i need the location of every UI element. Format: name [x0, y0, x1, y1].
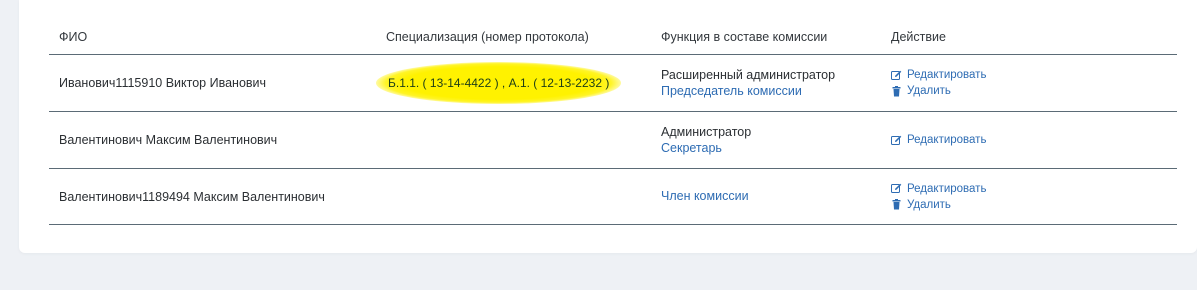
table-row: Иванович1115910 Виктор Иванович Б.1.1. (… — [49, 55, 1177, 112]
table-row: Валентинович1189494 Максим Валентинович … — [49, 169, 1177, 225]
function-link[interactable]: Член комиссии — [661, 188, 891, 205]
edit-button[interactable]: Редактировать — [891, 67, 1177, 83]
edit-label: Редактировать — [907, 69, 987, 81]
edit-button[interactable]: Редактировать — [891, 132, 1177, 148]
role-text: Администратор — [661, 124, 752, 139]
member-name: Валентинович1189494 Максим Валентинович — [59, 189, 325, 204]
delete-button[interactable]: Удалить — [891, 83, 1177, 99]
specialization-text: Б.1.1. ( 13-14-4422 ) , А.1. ( 12-13-223… — [388, 76, 610, 90]
function-link[interactable]: Секретарь — [661, 140, 891, 157]
edit-label: Редактировать — [907, 182, 987, 195]
trash-icon — [891, 199, 902, 210]
edit-icon — [891, 135, 902, 146]
function-link[interactable]: Председатель комиссии — [661, 83, 891, 100]
delete-button[interactable]: Удалить — [891, 197, 1177, 213]
edit-label: Редактировать — [907, 134, 987, 146]
specialization-highlight: Б.1.1. ( 13-14-4422 ) , А.1. ( 12-13-223… — [375, 62, 622, 104]
commission-card: ФИО Специализация (номер протокола) Функ… — [19, 0, 1197, 253]
member-name: Валентинович Максим Валентинович — [59, 133, 278, 147]
header-specialization: Специализация (номер протокола) — [386, 30, 589, 44]
table-row: Валентинович Максим Валентинович Админис… — [49, 112, 1177, 169]
trash-icon — [891, 85, 902, 97]
header-fio: ФИО — [59, 30, 88, 44]
edit-icon — [891, 183, 902, 194]
header-function: Функция в составе комиссии — [661, 30, 828, 44]
member-name: Иванович1115910 Виктор Иванович — [59, 76, 267, 90]
commission-table: ФИО Специализация (номер протокола) Функ… — [49, 18, 1177, 225]
role-text: Расширенный администратор — [661, 67, 836, 82]
header-action: Действие — [891, 30, 946, 44]
delete-label: Удалить — [907, 198, 951, 211]
edit-icon — [891, 70, 902, 81]
delete-label: Удалить — [907, 85, 951, 97]
edit-button[interactable]: Редактировать — [891, 181, 1177, 197]
table-header: ФИО Специализация (номер протокола) Функ… — [49, 18, 1177, 55]
